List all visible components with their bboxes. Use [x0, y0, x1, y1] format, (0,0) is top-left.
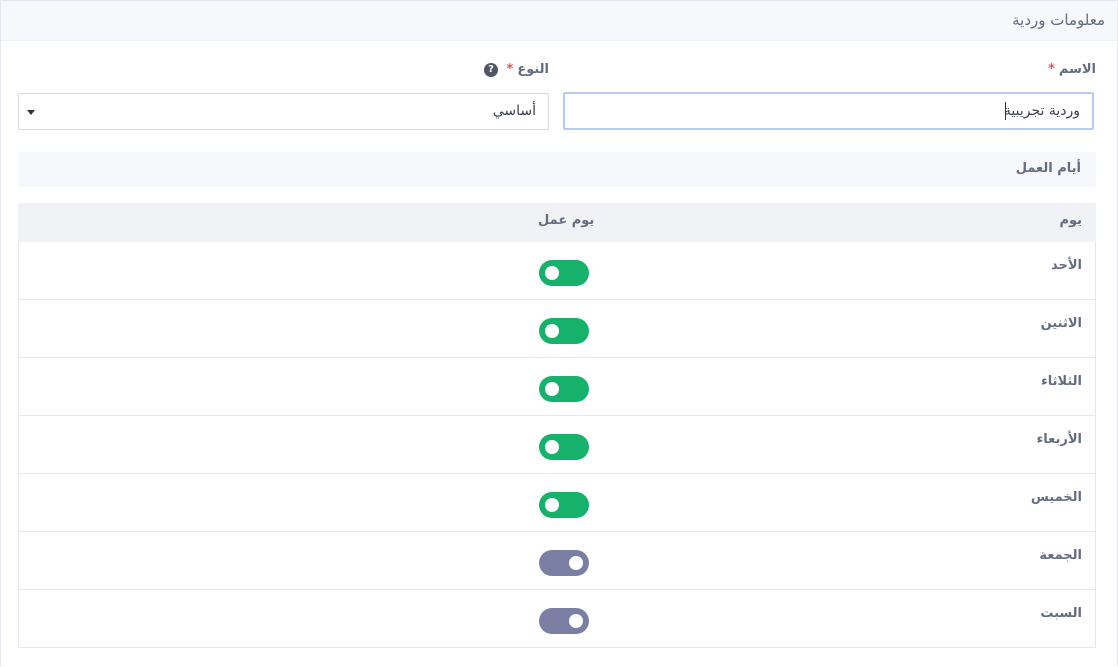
- table-row: الثلاثاء: [18, 358, 1096, 416]
- name-label: الاسم*: [1048, 62, 1096, 77]
- type-select[interactable]: أساسي: [18, 93, 549, 130]
- table-row: الخميس: [18, 474, 1096, 532]
- work-day-toggle[interactable]: [539, 434, 589, 460]
- day-name: الاثنين: [1040, 316, 1082, 331]
- toggle-knob: [545, 382, 559, 396]
- work-day-toggle[interactable]: [539, 608, 589, 634]
- table-header: يوم يوم عمل: [18, 203, 1096, 242]
- column-header-work-day: يوم عمل: [538, 213, 595, 228]
- table-row: الأحد: [18, 242, 1096, 300]
- question-circle-icon[interactable]: ?: [484, 63, 498, 77]
- work-day-toggle[interactable]: [539, 260, 589, 286]
- toggle-knob: [545, 498, 559, 512]
- toggle-knob: [545, 266, 559, 280]
- type-label-text: النوع: [517, 62, 549, 77]
- work-day-toggle[interactable]: [539, 492, 589, 518]
- toggle-knob: [545, 324, 559, 338]
- day-name: الثلاثاء: [1041, 374, 1082, 389]
- name-input-value: وردية تجريبية: [1003, 103, 1080, 119]
- caret-down-icon: [27, 110, 35, 115]
- work-day-toggle[interactable]: [539, 376, 589, 402]
- column-header-day: يوم: [1059, 213, 1082, 228]
- work-day-toggle[interactable]: [539, 550, 589, 576]
- required-marker: *: [1048, 62, 1055, 77]
- toggle-knob: [569, 614, 583, 628]
- day-name: الأحد: [1050, 258, 1082, 273]
- section-header: معلومات وردية: [1, 1, 1116, 41]
- text-cursor: [1005, 102, 1006, 120]
- table-row: الاثنين: [18, 300, 1096, 358]
- toggle-knob: [569, 556, 583, 570]
- day-name: الأربعاء: [1036, 432, 1082, 447]
- toggle-knob: [545, 440, 559, 454]
- day-name: الخميس: [1030, 490, 1082, 505]
- table-row: السبت: [18, 590, 1096, 648]
- type-select-value: أساسي: [492, 103, 536, 119]
- name-label-text: الاسم: [1058, 62, 1096, 77]
- required-marker: *: [506, 62, 514, 77]
- type-label: النوع*: [507, 62, 550, 77]
- work-day-toggle[interactable]: [539, 318, 589, 344]
- working-days-table: يوم يوم عمل الأحد الاثنين الثلاثاء الأربعاء…: [18, 203, 1096, 648]
- day-name: الجمعة: [1039, 548, 1082, 563]
- working-days-header: أيام العمل: [18, 152, 1096, 187]
- day-name: السبت: [1040, 606, 1082, 621]
- working-days-title: أيام العمل: [1015, 161, 1081, 176]
- name-input[interactable]: وردية تجريبية: [563, 92, 1094, 130]
- section-title: معلومات وردية: [1012, 11, 1105, 29]
- table-row: الجمعة: [18, 532, 1096, 590]
- table-row: الأربعاء: [18, 416, 1096, 474]
